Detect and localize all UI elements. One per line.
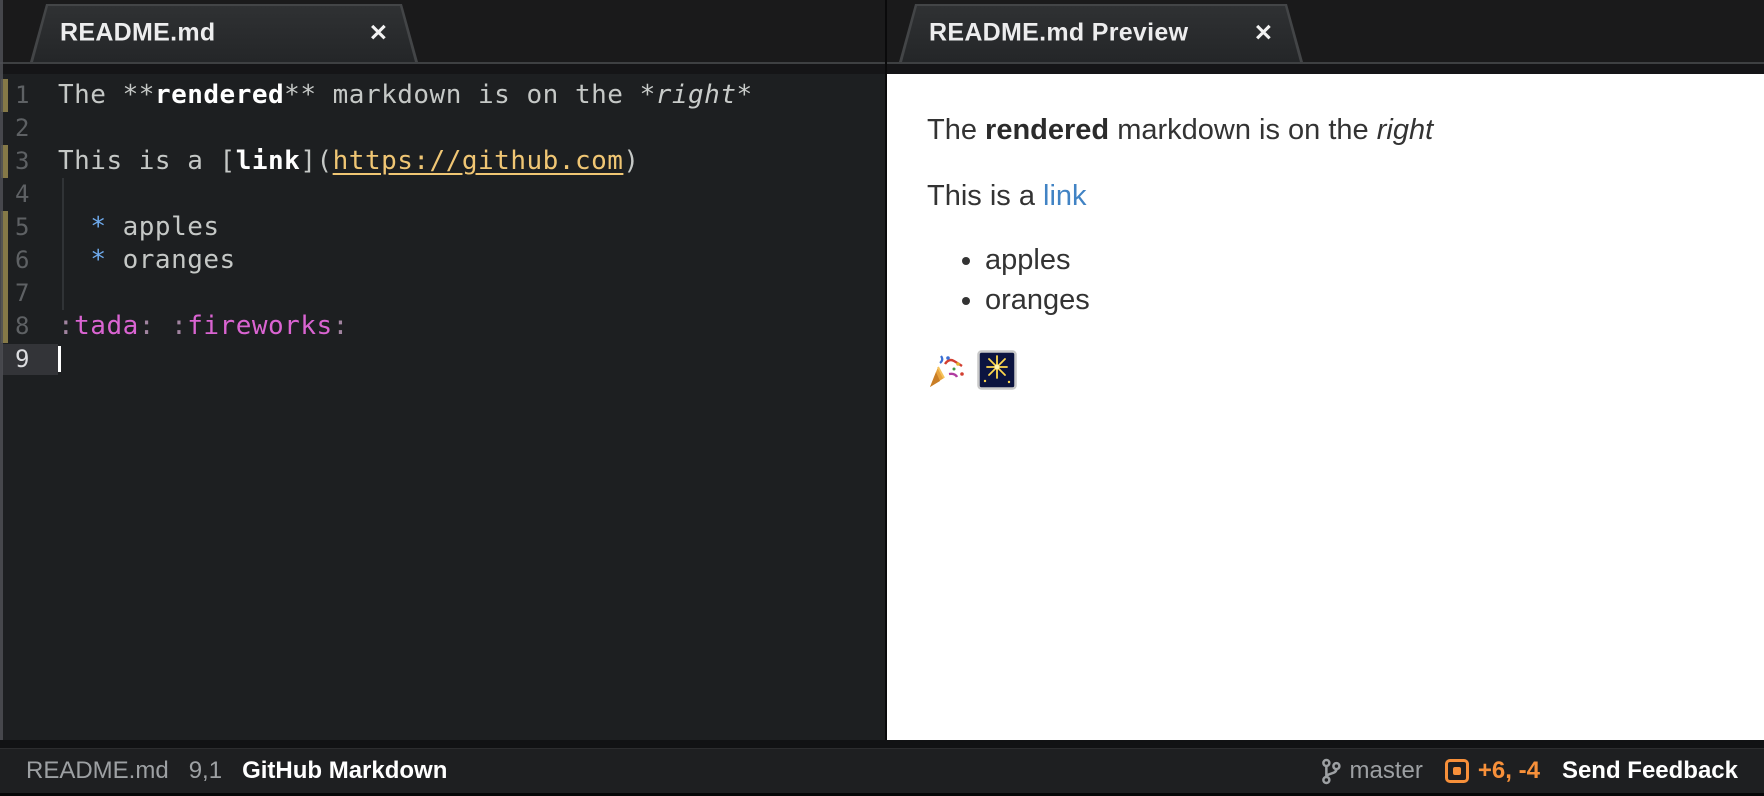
editor-line[interactable]: 4 [0,178,885,211]
token-punct: ** [122,80,155,110]
editor-pane: README.md ✕ 1 The **rendered** markdown i… [0,0,885,740]
status-right: master +6, -4 Send Feedback [1321,757,1738,785]
line-number[interactable]: 3 [0,145,30,178]
list-item: oranges [985,280,1724,320]
branch-name: master [1349,757,1423,784]
token-punct: ]( [300,146,333,176]
line-number[interactable]: 4 [0,178,30,211]
editor-line[interactable]: 8:tada: :fireworks: [0,310,885,343]
token-emoji: tada [74,311,139,341]
token-punct: ) [623,146,640,176]
preview-text: This is a [927,180,1044,212]
preview-text: The [927,114,986,146]
token-plain: This is a [58,146,220,176]
token-bullet: * [90,212,107,242]
token-plain: The [58,80,123,110]
token-bold: rendered [154,80,285,110]
editor-line[interactable]: 9 [0,343,885,376]
tab-readme-md-preview[interactable]: README.md Preview ✕ [899,4,1303,62]
git-diff-status[interactable]: +6, -4 [1444,757,1540,785]
markdown-preview: The rendered markdown is on the right Th… [887,74,1764,740]
close-icon[interactable]: ✕ [369,21,388,45]
line-number[interactable]: 1 [0,79,30,112]
text-editor[interactable]: 1 The **rendered** markdown is on the *ri… [0,74,885,740]
line-number[interactable]: 9 [0,343,30,376]
token-colon: : [58,311,75,341]
editor-line[interactable]: 3 This is a [link](https://github.com) [0,145,885,178]
preview-tab-bar: README.md Preview ✕ [887,0,1764,64]
code-line-text: This is a [link](https://github.com) [58,145,640,178]
status-file-name: README.md [26,757,169,784]
preview-text: right [1376,114,1434,146]
token-punct: ** [284,80,317,110]
line-number[interactable]: 7 [0,277,30,310]
tab-title: README.md [60,18,216,47]
status-left: README.md 9,1 GitHub Markdown [26,757,447,785]
window-edge [0,0,3,740]
diff-modified-icon [1444,759,1469,783]
token-bullet: * [90,245,107,275]
token-italic: *right* [639,80,753,110]
line-number[interactable]: 6 [0,244,30,277]
close-icon[interactable]: ✕ [1254,21,1273,45]
text-cursor [58,346,61,372]
send-feedback-button[interactable]: Send Feedback [1562,757,1738,785]
editor-line[interactable]: 7 [0,277,885,310]
line-number[interactable]: 5 [0,211,30,244]
code-line-text: * oranges [58,244,236,277]
line-number[interactable]: 2 [0,112,30,145]
status-bar: README.md 9,1 GitHub Markdown master +6,… [0,748,1764,793]
preview-paragraph: This is a link [927,174,1724,218]
token-plain: oranges [106,245,236,275]
editor-line[interactable]: 5 * apples [0,211,885,244]
preview-bullet-list: applesoranges [927,240,1724,320]
tab-bar-shadow [0,64,885,74]
editor-lines: 1 The **rendered** markdown is on the *ri… [0,79,885,376]
preview-link[interactable]: link [1043,180,1087,212]
list-item: apples [985,240,1724,280]
token-punct: [ [219,146,236,176]
token-plain: markdown is on the [316,80,640,110]
tab-bar-shadow [887,64,1764,74]
preview-emoji-row [927,350,1724,390]
line-number[interactable]: 8 [0,310,30,343]
git-branch-icon [1321,758,1341,784]
editor-tab-bar: README.md ✕ [0,0,885,64]
token-url: https://github.com [332,146,624,176]
pane-bottom-edge [0,740,1764,748]
preview-paragraph: The rendered markdown is on the right [927,108,1724,152]
token-colon: : [138,311,155,341]
editor-line[interactable]: 2 [0,112,885,145]
git-branch-status[interactable]: master [1321,757,1423,785]
preview-pane: README.md Preview ✕ The rendered markdow… [885,0,1764,740]
tab-readme-md[interactable]: README.md ✕ [30,4,418,62]
code-line-text [58,343,61,376]
code-line-text: :tada: :fireworks: [58,310,349,343]
fireworks-emoji [977,350,1017,390]
preview-text: markdown is on the [1109,114,1377,146]
tab-title: README.md Preview [929,18,1189,47]
diff-counts: +6, -4 [1477,757,1540,784]
code-line-text: * apples [58,211,220,244]
token-emoji: fireworks [187,311,333,341]
code-line-text: The **rendered** markdown is on the *rig… [58,79,753,112]
workspace: README.md ✕ 1 The **rendered** markdown i… [0,0,1764,740]
token-plain: apples [106,212,220,242]
editor-line[interactable]: 6 * oranges [0,244,885,277]
preview-text: rendered [985,114,1110,146]
token-colon: : [171,311,188,341]
grammar-selector[interactable]: GitHub Markdown [242,757,447,785]
tada-emoji [930,355,964,387]
editor-line[interactable]: 1 The **rendered** markdown is on the *ri… [0,79,885,112]
token-bold: link [235,146,301,176]
token-colon: : [332,311,349,341]
cursor-position[interactable]: 9,1 [189,757,222,785]
